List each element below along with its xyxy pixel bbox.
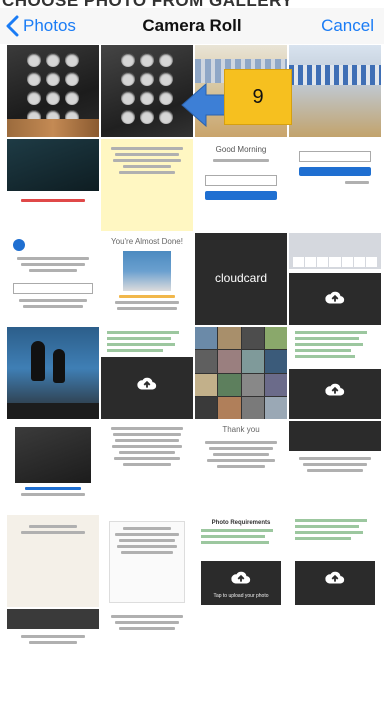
- photo-thumbnail[interactable]: [289, 45, 381, 137]
- photo-thumbnail[interactable]: [195, 327, 287, 419]
- good-morning-text: Good Morning: [215, 145, 267, 154]
- cancel-button[interactable]: Cancel: [321, 16, 374, 36]
- navigation-bar: Photos Camera Roll Cancel: [0, 8, 384, 44]
- cloud-upload-icon: [325, 571, 345, 584]
- cloudcard-logo: cloudcard: [214, 271, 268, 285]
- photo-thumbnail[interactable]: [7, 421, 99, 513]
- photo-thumbnail[interactable]: [7, 139, 99, 231]
- screenshot-thumbnail[interactable]: [289, 233, 381, 325]
- screenshot-thumbnail[interactable]: Good Morning: [195, 139, 287, 231]
- photo-thumbnail[interactable]: [7, 327, 99, 419]
- screenshot-thumbnail[interactable]: Photo Requirements Tap to upload your ph…: [195, 515, 287, 607]
- screenshot-thumbnail[interactable]: [7, 515, 99, 607]
- cloud-upload-icon: [231, 571, 251, 584]
- screenshot-thumbnail[interactable]: [101, 609, 193, 701]
- tap-upload-label: Tap to upload your photo: [213, 593, 269, 599]
- screenshot-thumbnail[interactable]: [101, 421, 193, 513]
- photo-requirements-text: Photo Requirements: [211, 520, 271, 526]
- screenshot-thumbnail[interactable]: [289, 609, 381, 701]
- screenshot-thumbnail[interactable]: [289, 139, 381, 231]
- screenshot-thumbnail[interactable]: cloudcard: [195, 233, 287, 325]
- cloud-upload-icon: [137, 377, 157, 390]
- screenshot-thumbnail[interactable]: Thank you: [195, 421, 287, 513]
- cloud-upload-icon: [325, 383, 345, 396]
- photo-grid: Good Morning You're Almost Done! cloudca…: [7, 45, 384, 701]
- screenshot-thumbnail[interactable]: [289, 327, 381, 419]
- screenshot-thumbnail[interactable]: [101, 515, 193, 607]
- screenshot-thumbnail[interactable]: You're Almost Done!: [101, 233, 193, 325]
- screenshot-thumbnail[interactable]: [101, 327, 193, 419]
- screenshot-thumbnail[interactable]: [7, 609, 99, 701]
- almost-done-text: You're Almost Done!: [111, 237, 183, 246]
- banner-text: CHOOSE PHOTO FROM GALLERY: [2, 0, 293, 8]
- screenshot-thumbnail[interactable]: [195, 609, 287, 701]
- screenshot-thumbnail[interactable]: [289, 421, 381, 513]
- thank-you-text: Thank you: [222, 425, 260, 434]
- screenshot-thumbnail[interactable]: [289, 515, 381, 607]
- top-banner: CHOOSE PHOTO FROM GALLERY: [0, 0, 384, 8]
- screenshot-thumbnail[interactable]: [101, 139, 193, 231]
- cloud-upload-icon: [325, 291, 345, 304]
- step-number-badge: 9: [224, 69, 292, 125]
- photo-thumbnail[interactable]: [7, 45, 99, 137]
- screenshot-thumbnail[interactable]: [7, 233, 99, 325]
